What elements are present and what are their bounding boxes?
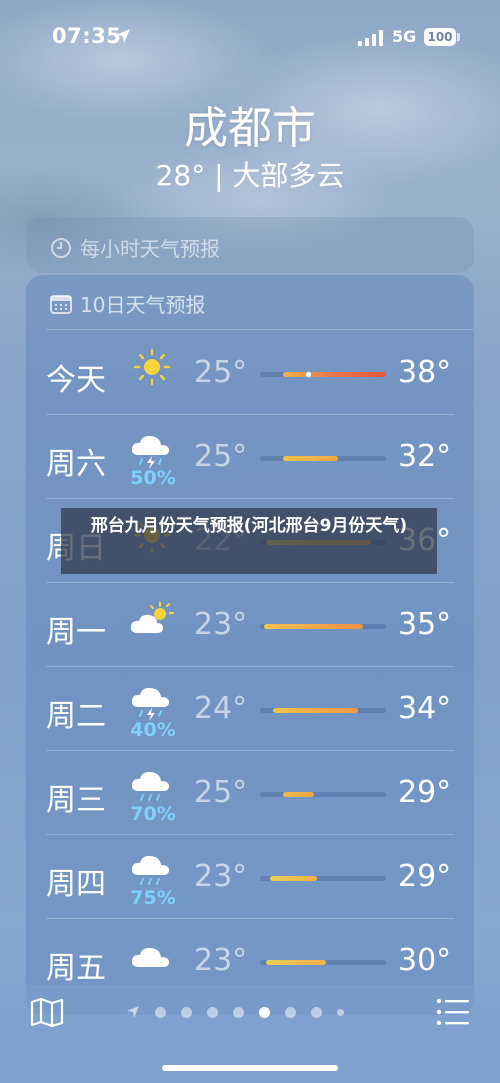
page-dot[interactable] <box>207 1006 218 1018</box>
temperature-range-track <box>260 708 386 713</box>
calendar-icon <box>50 294 72 314</box>
high-temp: 32° <box>398 439 452 474</box>
forecast-row: 周六 50% 25° 32° <box>26 415 474 499</box>
temperature-range-bar <box>282 792 315 797</box>
temperature-range-track <box>260 371 386 378</box>
status-time: 07:35 <box>52 24 122 48</box>
ten-day-forecast-header: 10日天气预报 <box>50 289 205 318</box>
low-temp: 24° <box>194 691 248 726</box>
temperature-range-bar <box>266 960 326 965</box>
page-dot[interactable] <box>181 1006 192 1018</box>
high-temp: 35° <box>398 607 452 642</box>
forecast-day: 周一 <box>46 615 106 650</box>
temperature-range-bar <box>282 456 339 461</box>
rain-icon <box>130 851 174 891</box>
precipitation-chance: 70% <box>130 803 176 825</box>
thunderstorm-icon <box>130 431 174 471</box>
current-temp-dot <box>304 371 312 378</box>
precipitation-chance: 40% <box>130 719 176 741</box>
temperature-range-track <box>260 876 386 881</box>
hourly-forecast-card[interactable]: 每小时天气预报 <box>26 217 474 273</box>
temperature-range-track <box>260 624 386 629</box>
low-temp: 23° <box>194 607 248 642</box>
thunderstorm-icon <box>130 683 174 723</box>
forecast-day: 周四 <box>46 867 106 902</box>
precipitation-chance: 50% <box>130 467 176 489</box>
network-type: 5G <box>392 27 417 46</box>
high-temp: 34° <box>398 691 452 726</box>
temperature-range-track <box>260 960 386 965</box>
page-dot[interactable] <box>233 1006 244 1018</box>
home-indicator <box>162 1065 338 1071</box>
clock-icon <box>51 237 71 258</box>
battery-icon: 100 <box>424 28 456 46</box>
article-title-overlay: 邢台九月份天气预报(河北邢台9月份天气) <box>61 508 437 574</box>
status-bar: 07:35 5G 100 <box>0 24 500 52</box>
page-dot[interactable] <box>285 1006 296 1018</box>
forecast-row: 周二 40% 24° 34° <box>26 667 474 751</box>
page-dot[interactable] <box>259 1006 270 1018</box>
temperature-range-bar <box>272 708 359 713</box>
page-dot[interactable] <box>311 1006 322 1018</box>
page-indicator[interactable] <box>126 1004 344 1020</box>
low-temp: 25° <box>194 775 248 810</box>
forecast-day: 周三 <box>46 783 106 818</box>
list-icon[interactable] <box>436 997 470 1027</box>
temperature-range-track <box>260 456 386 461</box>
map-icon[interactable] <box>30 997 64 1027</box>
ten-day-forecast-title: 10日天气预报 <box>80 293 206 317</box>
page-dot[interactable] <box>155 1006 166 1018</box>
page-dot[interactable] <box>337 1008 344 1016</box>
temperature-range-bar <box>270 876 317 881</box>
forecast-row: 周一 23° 35° <box>26 583 474 667</box>
cloud-icon <box>130 935 174 975</box>
ten-day-forecast-card[interactable]: 10日天气预报 今天 25° 38° 周六 50% 25° 32° 周日 <box>26 275 474 1015</box>
cellular-signal-icon <box>358 30 383 46</box>
low-temp: 25° <box>194 355 248 390</box>
rain-icon <box>130 767 174 807</box>
partly-cloudy-icon <box>130 599 175 639</box>
high-temp: 38° <box>398 355 452 390</box>
location-arrow-icon[interactable] <box>126 1005 140 1019</box>
forecast-day: 周五 <box>46 951 106 986</box>
high-temp: 29° <box>398 775 452 810</box>
city-name: 成都市 <box>184 103 316 154</box>
battery-tip <box>457 33 460 41</box>
forecast-day: 周二 <box>46 699 106 734</box>
low-temp: 25° <box>194 439 248 474</box>
hourly-forecast-title: 每小时天气预报 <box>80 237 220 261</box>
forecast-row: 周四 75% 23° 29° <box>26 835 474 919</box>
temperature-range-bar <box>263 624 364 629</box>
hourly-forecast-header: 每小时天气预报 <box>50 233 220 262</box>
low-temp: 23° <box>194 943 248 978</box>
current-summary: 28° | 大部多云 <box>155 159 345 192</box>
high-temp: 30° <box>398 943 452 978</box>
header-divider <box>46 329 474 330</box>
sun-icon <box>130 347 174 387</box>
precipitation-chance: 75% <box>130 887 176 909</box>
temperature-range-bar <box>282 372 386 377</box>
temperature-range-track <box>260 792 386 797</box>
low-temp: 23° <box>194 859 248 894</box>
forecast-row: 今天 25° 38° <box>26 331 474 415</box>
forecast-day: 周六 <box>46 447 106 482</box>
forecast-day: 今天 <box>46 363 106 398</box>
forecast-row: 周三 70% 25° 29° <box>26 751 474 835</box>
high-temp: 29° <box>398 859 452 894</box>
location-arrow-icon <box>116 29 130 43</box>
